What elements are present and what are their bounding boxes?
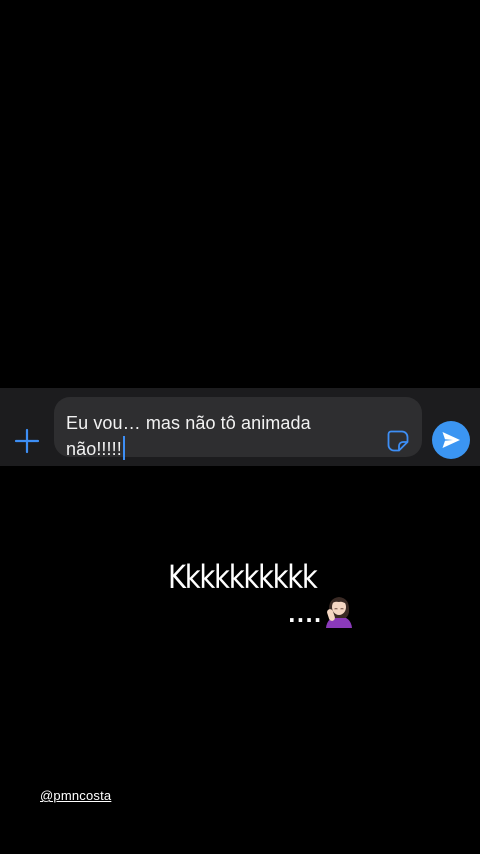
- woman-facepalming-emoji-icon: [322, 592, 356, 628]
- message-composer: Eu vou… mas não tô animada não!!!!!: [0, 388, 480, 466]
- story-dots-text: ....: [288, 603, 323, 627]
- text-cursor: [122, 436, 125, 460]
- message-input[interactable]: Eu vou… mas não tô animada não!!!!!: [54, 397, 422, 460]
- story-caption-text: Kkkkkkkkkk: [168, 558, 318, 596]
- user-mention-tag[interactable]: @pmncosta: [40, 788, 111, 803]
- plus-icon[interactable]: [14, 428, 40, 454]
- send-button[interactable]: [432, 421, 470, 459]
- sticker-icon[interactable]: [386, 429, 410, 453]
- message-input-text: Eu vou… mas não tô animada não!!!!!: [66, 413, 311, 459]
- send-icon: [442, 432, 460, 448]
